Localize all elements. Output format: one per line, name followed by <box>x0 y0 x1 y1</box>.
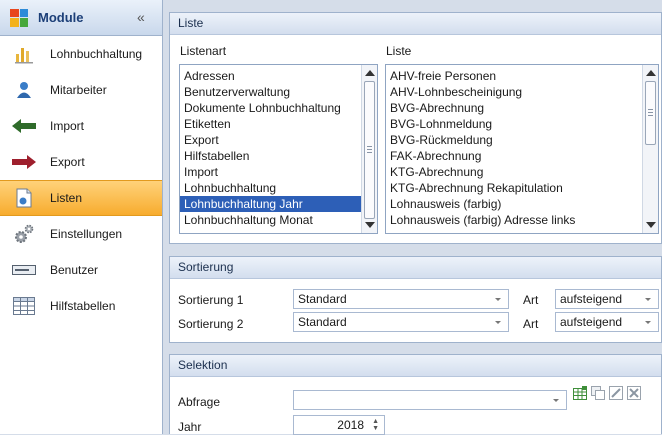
art-2-select[interactable]: aufsteigend <box>555 312 659 332</box>
liste-row[interactable]: BVG-Rückmeldung <box>386 132 658 148</box>
selektion-group: Selektion Abfrage Jahr 2018 ▲ ▼ <box>169 354 662 435</box>
liste-label: Liste <box>386 44 412 58</box>
art-1-value: aufsteigend <box>560 292 623 306</box>
listenart-row[interactable]: Hilfstabellen <box>180 148 377 164</box>
edit-query-icon[interactable] <box>609 386 623 400</box>
listenart-row[interactable]: Dokumente Lohnbuchhaltung <box>180 100 377 116</box>
abfrage-select[interactable] <box>293 390 567 410</box>
liste-row[interactable]: FAK-Abrechnung <box>386 148 658 164</box>
table-icon <box>12 295 36 317</box>
liste-row[interactable]: Lohnausweis (farbig) Adresse links <box>386 212 658 228</box>
listenart-row[interactable]: Benutzerverwaltung <box>180 84 377 100</box>
listenart-listbox[interactable]: Adressen Benutzerverwaltung Dokumente Lohn… <box>179 64 378 234</box>
sidebar-item-hilfstabellen[interactable]: Hilfstabellen <box>0 288 162 324</box>
listenart-row[interactable]: Adressen <box>180 68 377 84</box>
sidebar-header: Module « <box>0 0 162 36</box>
listenart-scrollbar[interactable] <box>361 65 377 233</box>
collapse-sidebar-button[interactable]: « <box>137 9 145 25</box>
sidebar-title: Module <box>38 10 84 25</box>
sortierung-1-select[interactable]: Standard <box>293 289 509 309</box>
module-grid-icon <box>10 8 28 27</box>
listenart-row[interactable]: Lohnbuchhaltung <box>180 180 377 196</box>
gears-icon <box>12 223 36 245</box>
arrow-right-icon <box>12 151 36 173</box>
sortierung-2-label: Sortierung 2 <box>178 317 244 331</box>
sidebar-item-label: Benutzer <box>50 263 99 277</box>
art-1-select[interactable]: aufsteigend <box>555 289 659 309</box>
employee-icon <box>12 79 36 101</box>
liste-row[interactable]: BVG-Lohnmeldung <box>386 116 658 132</box>
scroll-down-icon[interactable] <box>365 222 375 228</box>
jahr-value: 2018 <box>337 418 364 432</box>
sidebar-item-einstellungen[interactable]: Einstellungen <box>0 216 162 252</box>
sortierung-group-header: Sortierung <box>170 257 661 279</box>
liste-row[interactable]: BVG-Abrechnung <box>386 100 658 116</box>
jahr-spinner[interactable]: 2018 ▲ ▼ <box>293 415 385 435</box>
listenart-row[interactable]: Import <box>180 164 377 180</box>
listenart-row[interactable]: Lohnbuchhaltung Jahr <box>180 196 377 212</box>
art-2-label: Art <box>523 317 539 331</box>
art-1-label: Art <box>523 293 539 307</box>
sortierung-2-value: Standard <box>298 315 347 329</box>
listenart-row[interactable]: Export <box>180 132 377 148</box>
arrow-left-icon <box>12 115 36 137</box>
sidebar-item-mitarbeiter[interactable]: Mitarbeiter <box>0 72 162 108</box>
sortierung-1-value: Standard <box>298 292 347 306</box>
chevron-down-icon <box>553 399 559 402</box>
listenart-label: Listenart <box>180 44 227 58</box>
sidebar-item-label: Einstellungen <box>50 227 123 241</box>
liste-row[interactable]: AHV-Lohnbescheinigung <box>386 84 658 100</box>
jahr-label: Jahr <box>178 420 202 434</box>
listenart-row[interactable]: Lohnbuchhaltung Monat <box>180 212 377 228</box>
art-2-value: aufsteigend <box>560 315 623 329</box>
list-document-icon <box>12 187 36 209</box>
sortierung-2-select[interactable]: Standard <box>293 312 509 332</box>
sidebar-item-label: Listen <box>50 191 83 205</box>
module-sidebar: Module « Lohnbuchhaltung Mitarbeiter Imp… <box>0 0 163 434</box>
liste-group-header: Liste <box>170 13 661 35</box>
scroll-down-icon[interactable] <box>646 222 656 228</box>
sortierung-group: Sortierung Sortierung 1 Standard Art auf… <box>169 256 662 343</box>
liste-listbox[interactable]: AHV-freie Personen AHV-Lohnbescheinigung B… <box>385 64 659 234</box>
delete-query-icon[interactable] <box>627 386 641 400</box>
chevron-down-icon <box>645 298 651 301</box>
liste-row[interactable]: Lohnausweis (farbig) <box>386 196 658 212</box>
liste-row[interactable]: KTG-Abrechnung Rekapitulation <box>386 180 658 196</box>
selektion-group-header: Selektion <box>170 355 661 377</box>
sidebar-item-lohnbuchhaltung[interactable]: Lohnbuchhaltung <box>0 36 162 72</box>
user-card-icon <box>12 259 36 281</box>
sortierung-1-label: Sortierung 1 <box>178 293 244 307</box>
sidebar-item-label: Import <box>50 119 85 133</box>
liste-scrollbar[interactable] <box>642 65 658 233</box>
chevron-down-icon <box>495 298 501 301</box>
liste-row[interactable]: KTG-Abrechnung <box>386 164 658 180</box>
chevron-down-icon <box>645 321 651 324</box>
copy-query-icon[interactable] <box>591 386 605 400</box>
scroll-up-icon[interactable] <box>365 70 375 76</box>
scroll-thumb[interactable] <box>645 81 656 145</box>
listenart-row[interactable]: Etiketten <box>180 116 377 132</box>
scroll-thumb[interactable] <box>364 81 375 219</box>
sidebar-item-label: Hilfstabellen <box>50 299 116 313</box>
sidebar-item-listen[interactable]: Listen <box>0 180 162 216</box>
sidebar-item-export[interactable]: Export <box>0 144 162 180</box>
sidebar-item-label: Mitarbeiter <box>50 83 107 97</box>
sidebar-item-import[interactable]: Import <box>0 108 162 144</box>
liste-row[interactable]: AHV-freie Personen <box>386 68 658 84</box>
spin-arrows-icon[interactable]: ▲ ▼ <box>372 418 379 432</box>
sidebar-item-label: Export <box>50 155 85 169</box>
sidebar-item-label: Lohnbuchhaltung <box>50 47 143 61</box>
sidebar-item-benutzer[interactable]: Benutzer <box>0 252 162 288</box>
new-query-icon[interactable] <box>573 386 587 400</box>
ledger-bars-icon <box>12 43 36 65</box>
chevron-down-icon <box>495 321 501 324</box>
scroll-up-icon[interactable] <box>646 70 656 76</box>
abfrage-label: Abfrage <box>178 395 221 409</box>
liste-group: Liste Listenart Liste Adressen Benutzerve… <box>169 12 662 244</box>
